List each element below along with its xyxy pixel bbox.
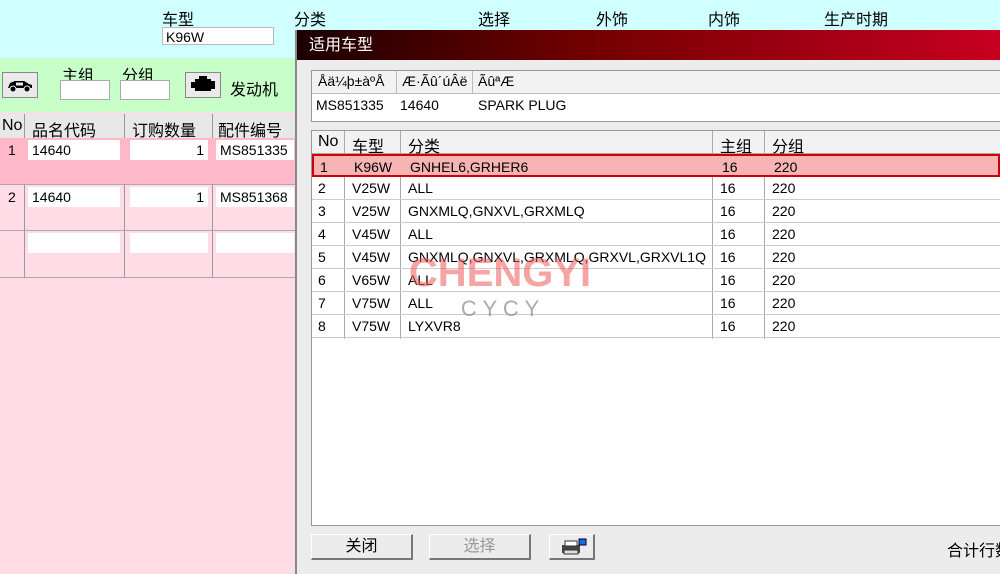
sub-group-cell: 220	[772, 249, 796, 265]
main-group-cell: 16	[720, 272, 736, 288]
part-info-panel: Åä¼þ±àºÅ Æ·Ãû´úÂë ÃûªÆ MS851335 14640 SP…	[311, 70, 1000, 122]
main-group-cell: 16	[720, 226, 736, 242]
info-part-name: SPARK PLUG	[478, 97, 567, 113]
order-qty-cell[interactable]: 1	[130, 187, 208, 207]
sub-group-cell: 220	[772, 318, 796, 334]
table-row[interactable]: 2 V25W ALL 16 220	[312, 177, 1000, 200]
table-row-empty[interactable]	[0, 231, 296, 277]
table-row[interactable]: 7 V75W ALL 16 220	[312, 292, 1000, 315]
category-cell: GNXMLQ,GNXVL,GRXMLQ,GRXVL,GRXVL1Q	[408, 249, 706, 265]
dialog-title-bar[interactable]: 适用车型	[297, 30, 1000, 60]
car-icon	[8, 81, 32, 93]
table-row[interactable]: 5 V45W GNXMLQ,GNXVL,GRXMLQ,GRXVL,GRXVL1Q 16…	[312, 246, 1000, 269]
header-label-exterior: 外饰	[596, 12, 629, 29]
main-group-cell: 16	[720, 249, 736, 265]
column-divider	[472, 71, 473, 93]
sub-group-cell: 220	[774, 159, 798, 175]
row-no: 2	[318, 180, 326, 196]
row-no: 6	[318, 272, 326, 288]
table-row-selected[interactable]: 1 K96W GNHEL6,GRHER6 16 220	[312, 154, 1000, 177]
header-label-select: 选择	[478, 12, 511, 29]
column-divider	[396, 71, 397, 93]
engine-button[interactable]	[185, 72, 221, 98]
info-item-code: 14640	[400, 97, 439, 113]
row-no: 8	[318, 318, 326, 334]
sub-group-cell: 220	[772, 272, 796, 288]
main-group-cell: 16	[720, 203, 736, 219]
table-row[interactable]: 6 V65W ALL 16 220	[312, 269, 1000, 292]
select-button[interactable]: 选择	[429, 534, 531, 560]
model-cell: V45W	[352, 226, 391, 242]
info-header-part-number: Åä¼þ±àºÅ	[318, 73, 385, 89]
header-label-category: 分类	[294, 12, 327, 29]
model-cell: V75W	[352, 318, 391, 334]
column-header-no: No	[318, 133, 339, 150]
info-header-name: ÃûªÆ	[478, 73, 515, 89]
main-group-cell: 16	[720, 318, 736, 334]
header-label-production-period: 生产时期	[824, 12, 889, 29]
model-cell: V45W	[352, 249, 391, 265]
category-cell: LYXVR8	[408, 318, 461, 334]
print-button[interactable]	[549, 534, 595, 560]
car-button[interactable]	[2, 72, 38, 98]
row-divider	[0, 277, 296, 278]
category-cell: GNXMLQ,GNXVL,GRXMLQ	[408, 203, 585, 219]
row-no: 2	[8, 189, 16, 205]
sub-group-cell: 220	[772, 180, 796, 196]
model-cell: K96W	[354, 159, 393, 175]
models-grid: No 车型 分类 主组 分组 1 K96W GNHEL6,GRHER6 16 220 2 V…	[311, 130, 1000, 526]
sub-group-input[interactable]	[120, 80, 170, 100]
model-cell: V25W	[352, 180, 391, 196]
category-cell: GNHEL6,GRHER6	[410, 159, 529, 175]
row-no: 1	[8, 142, 16, 158]
engine-label: 发动机	[230, 82, 279, 99]
category-cell: ALL	[408, 295, 433, 311]
part-number-cell[interactable]	[216, 233, 294, 253]
item-code-cell[interactable]: 14640	[28, 140, 120, 160]
column-header-no: No	[2, 117, 23, 134]
row-no: 5	[318, 249, 326, 265]
table-row[interactable]: 8 V75W LYXVR8 16 220	[312, 315, 1000, 338]
model-cell: V25W	[352, 203, 391, 219]
part-number-cell[interactable]: MS851335	[216, 140, 294, 160]
printer-icon	[561, 538, 586, 555]
vehicle-input[interactable]: K96W	[162, 27, 274, 45]
model-cell: V75W	[352, 295, 391, 311]
category-cell: ALL	[408, 226, 433, 242]
order-qty-cell[interactable]	[130, 233, 208, 253]
table-row[interactable]: 4 V45W ALL 16 220	[312, 223, 1000, 246]
table-row[interactable]: 3 V25W GNXMLQ,GNXVL,GRXMLQ 16 220	[312, 200, 1000, 223]
models-grid-header: No 车型 分类 主组 分组	[312, 131, 1000, 156]
row-no: 4	[318, 226, 326, 242]
main-group-cell: 16	[720, 180, 736, 196]
main-group-cell: 16	[722, 159, 738, 175]
header-label-interior: 内饰	[708, 12, 741, 29]
order-qty-cell[interactable]: 1	[130, 140, 208, 160]
sub-group-cell: 220	[772, 226, 796, 242]
sub-group-cell: 220	[772, 295, 796, 311]
item-code-cell[interactable]: 14640	[28, 187, 120, 207]
model-cell: V65W	[352, 272, 391, 288]
left-toolbar: 主组 分组 发动机	[0, 58, 296, 112]
sub-group-cell: 220	[772, 203, 796, 219]
category-cell: ALL	[408, 180, 433, 196]
info-part-number: MS851335	[316, 97, 384, 113]
part-info-header: Åä¼þ±àºÅ Æ·Ãû´úÂë ÃûªÆ	[312, 71, 1000, 94]
info-header-item-code: Æ·Ãû´úÂë	[402, 73, 468, 89]
category-cell: ALL	[408, 272, 433, 288]
row-no: 1	[320, 159, 328, 175]
main-group-input[interactable]	[60, 80, 110, 100]
part-number-cell[interactable]: MS851368	[216, 187, 294, 207]
row-no: 7	[318, 295, 326, 311]
main-group-cell: 16	[720, 295, 736, 311]
row-no: 3	[318, 203, 326, 219]
table-row[interactable]: 2 14640 1 MS851368	[0, 185, 296, 231]
item-code-cell[interactable]	[28, 233, 120, 253]
engine-icon	[191, 76, 215, 91]
close-button[interactable]: 关闭	[311, 534, 413, 560]
left-grid-header: No 品名代码 订购数量 配件编号	[0, 114, 296, 140]
applicable-models-dialog: 适用车型 Åä¼þ±àºÅ Æ·Ãû´úÂë ÃûªÆ MS851335 146…	[295, 30, 1000, 574]
total-rows-label: 合计行数	[947, 543, 1000, 560]
table-row[interactable]: 1 14640 1 MS851335	[0, 138, 296, 184]
